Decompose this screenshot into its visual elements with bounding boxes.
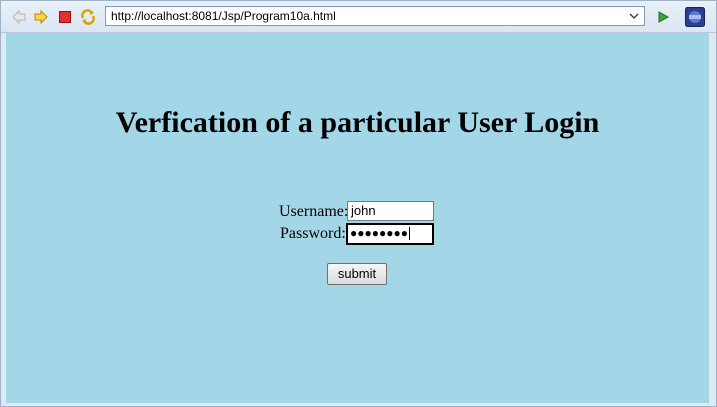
username-row: Username: john xyxy=(6,201,709,223)
address-bar[interactable]: http://localhost:8081/Jsp/Program10a.htm… xyxy=(105,6,645,26)
browser-toolbar: http://localhost:8081/Jsp/Program10a.htm… xyxy=(1,1,716,33)
refresh-icon[interactable] xyxy=(79,8,97,26)
stop-icon[interactable] xyxy=(56,8,74,26)
forward-arrow-icon[interactable] xyxy=(32,8,50,26)
chevron-down-icon[interactable] xyxy=(626,8,642,24)
go-play-icon[interactable] xyxy=(654,8,672,26)
text-caret xyxy=(408,227,410,241)
back-arrow-icon[interactable] xyxy=(10,8,28,26)
page-content: Verfication of a particular User Login U… xyxy=(6,33,709,403)
password-masked-value: ●●●●●●●● xyxy=(350,226,408,240)
username-input[interactable]: john xyxy=(347,201,434,221)
username-value: john xyxy=(351,203,376,218)
submit-button[interactable]: submit xyxy=(327,263,387,285)
address-bar-url: http://localhost:8081/Jsp/Program10a.htm… xyxy=(111,9,336,23)
eclipse-icon[interactable] xyxy=(684,6,706,28)
page-title: Verfication of a particular User Login xyxy=(115,106,600,139)
password-input[interactable]: ●●●●●●●● xyxy=(346,223,434,245)
browser-window: http://localhost:8081/Jsp/Program10a.htm… xyxy=(0,0,717,407)
username-label: Username: xyxy=(279,203,349,220)
password-row: Password: ●●●●●●●● xyxy=(6,223,709,245)
password-label: Password: xyxy=(280,225,346,242)
